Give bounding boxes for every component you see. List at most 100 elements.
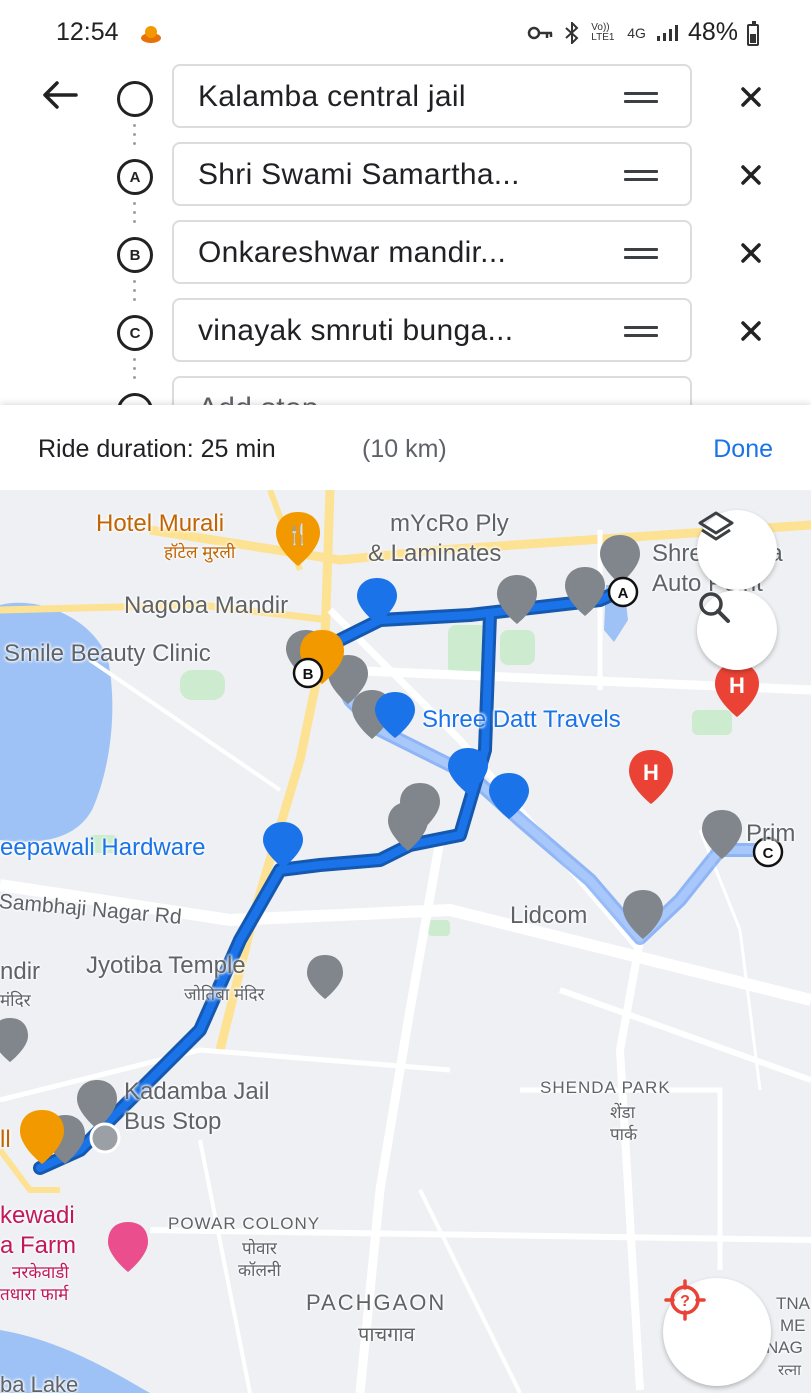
close-icon[interactable] <box>736 160 766 190</box>
map-label: हॉटेल मुरली <box>164 543 236 562</box>
route-stop-a: A Shri Swami Samartha... <box>0 142 811 208</box>
my-location-icon: ? <box>664 1279 706 1321</box>
status-bar: 12:54 Vo)) LTE1 4G 48% <box>0 0 811 62</box>
route-stop-origin: Kalamba central jail <box>0 64 811 130</box>
map-label: Jyotiba Temple <box>86 952 246 979</box>
area-label: पाचगाव <box>358 1324 415 1346</box>
park <box>692 710 732 735</box>
area-label: शेंडा <box>610 1103 636 1122</box>
map-label: जोतिबा मंदिर <box>184 985 265 1004</box>
stop-b-field[interactable]: Onkareshwar mandir... <box>172 220 692 284</box>
map-label: Prim <box>746 820 796 847</box>
my-location-button[interactable]: ? <box>663 1278 771 1386</box>
area-label: पार्क <box>610 1125 638 1144</box>
svg-text:?: ? <box>680 1293 690 1310</box>
map-label: eepawali Hardware <box>0 834 206 861</box>
route-stop-add: D Add stop <box>0 376 811 405</box>
stop-a-marker-icon: A <box>117 159 153 195</box>
svg-text:H: H <box>729 673 745 698</box>
stop-c-value: vinayak smruti bunga... <box>198 314 514 347</box>
battery-percent: 48% <box>687 18 738 46</box>
svg-text:H: H <box>643 760 659 785</box>
search-icon <box>699 592 730 623</box>
bluetooth-icon <box>565 21 579 44</box>
stop-a-value: Shri Swami Samartha... <box>198 158 520 191</box>
area-label: TNA <box>776 1294 810 1313</box>
map-label: Hotel Murali <box>96 510 225 537</box>
map-label: kewadi <box>0 1202 75 1229</box>
key-icon <box>528 26 553 39</box>
stop-b-value: Onkareshwar mandir... <box>198 236 507 269</box>
close-icon[interactable] <box>736 238 766 268</box>
map-label: ndir <box>0 958 41 985</box>
battery-icon <box>747 21 759 46</box>
origin-value: Kalamba central jail <box>198 80 466 113</box>
map-label: Lidcom <box>510 902 588 929</box>
layers-icon <box>698 511 734 541</box>
drag-handle-icon[interactable] <box>624 248 658 260</box>
map-label: & Laminates <box>368 540 502 567</box>
area-label: पोवार <box>242 1239 277 1258</box>
map-label: तधारा फार्म <box>0 1285 69 1304</box>
map-label: Shree Datt Travels <box>422 706 621 733</box>
map-label: a Farm <box>0 1232 77 1259</box>
map-label: Nagoba Mandir <box>124 592 289 619</box>
origin-dot <box>89 1122 121 1154</box>
route-stop-c: C vinayak smruti bunga... <box>0 298 811 364</box>
map-label: Smile Beauty Clinic <box>4 640 211 667</box>
waypoint-a-icon: A <box>607 576 639 608</box>
svg-text:B: B <box>303 666 314 683</box>
park <box>500 630 535 665</box>
add-stop-field[interactable]: Add stop <box>172 376 692 405</box>
notification-icon <box>141 26 161 43</box>
layers-button[interactable] <box>697 510 777 590</box>
drag-handle-icon[interactable] <box>624 326 658 338</box>
drag-handle-icon[interactable] <box>624 92 658 104</box>
svg-text:🍴: 🍴 <box>286 522 311 546</box>
ride-distance: (10 km) <box>362 435 447 463</box>
map-label: mYcRo Ply <box>390 510 509 537</box>
origin-field[interactable]: Kalamba central jail <box>172 64 692 128</box>
area-label: कॉलनी <box>238 1261 281 1280</box>
map-label: मंदिर <box>0 991 31 1010</box>
route-stop-b: B Onkareshwar mandir... <box>0 220 811 286</box>
close-icon[interactable] <box>736 316 766 346</box>
area-label: ME <box>780 1316 806 1335</box>
status-icons: Vo)) LTE1 4G 48% <box>527 18 756 47</box>
stop-d-marker-icon: D <box>117 393 153 405</box>
park <box>180 670 225 700</box>
area-label: POWAR COLONY <box>168 1214 321 1233</box>
stop-c-marker-icon: C <box>117 315 153 351</box>
waypoint-b-icon: B <box>292 657 324 689</box>
stop-c-field[interactable]: vinayak smruti bunga... <box>172 298 692 362</box>
svg-text:A: A <box>618 585 629 602</box>
done-button[interactable]: Done <box>713 435 773 464</box>
park <box>428 920 450 936</box>
area-label: PACHGAON <box>306 1290 447 1315</box>
stop-b-marker-icon: B <box>117 237 153 273</box>
ride-duration-label: Ride duration: 25 min <box>38 435 276 463</box>
stop-a-field[interactable]: Shri Swami Samartha... <box>172 142 692 206</box>
map-label: नरकेवाडी <box>12 1263 69 1282</box>
area-label: ba Lake <box>0 1372 79 1393</box>
volte-indicator: Vo)) LTE1 <box>591 21 615 43</box>
map-label: Kadamba Jail <box>124 1078 270 1105</box>
area-label: SHENDA PARK <box>540 1078 671 1097</box>
directions-header: Kalamba central jail A Shri Swami Samart… <box>0 62 811 405</box>
map-label: ll <box>0 1126 11 1153</box>
network-type: 4G <box>627 24 646 41</box>
lake-water <box>0 602 113 842</box>
area-label: NAG <box>766 1338 803 1357</box>
area-label: रत्ना <box>778 1362 801 1379</box>
map-view[interactable]: 🍴 H H A B C Hotel Murali हॉटेल मुरली mYc… <box>0 490 811 1393</box>
ride-duration-bar: Ride duration: 25 min (10 km) Done <box>0 405 811 490</box>
status-time: 12:54 <box>56 18 119 46</box>
close-icon[interactable] <box>736 82 766 112</box>
map-canvas: 🍴 H H A B C <box>0 490 811 1393</box>
drag-handle-icon[interactable] <box>624 170 658 182</box>
map-label: Bus Stop <box>124 1108 222 1135</box>
search-along-route-button[interactable] <box>697 590 777 670</box>
add-stop-placeholder: Add stop <box>198 392 319 405</box>
origin-marker-icon <box>117 81 153 117</box>
signal-icon <box>656 24 678 41</box>
